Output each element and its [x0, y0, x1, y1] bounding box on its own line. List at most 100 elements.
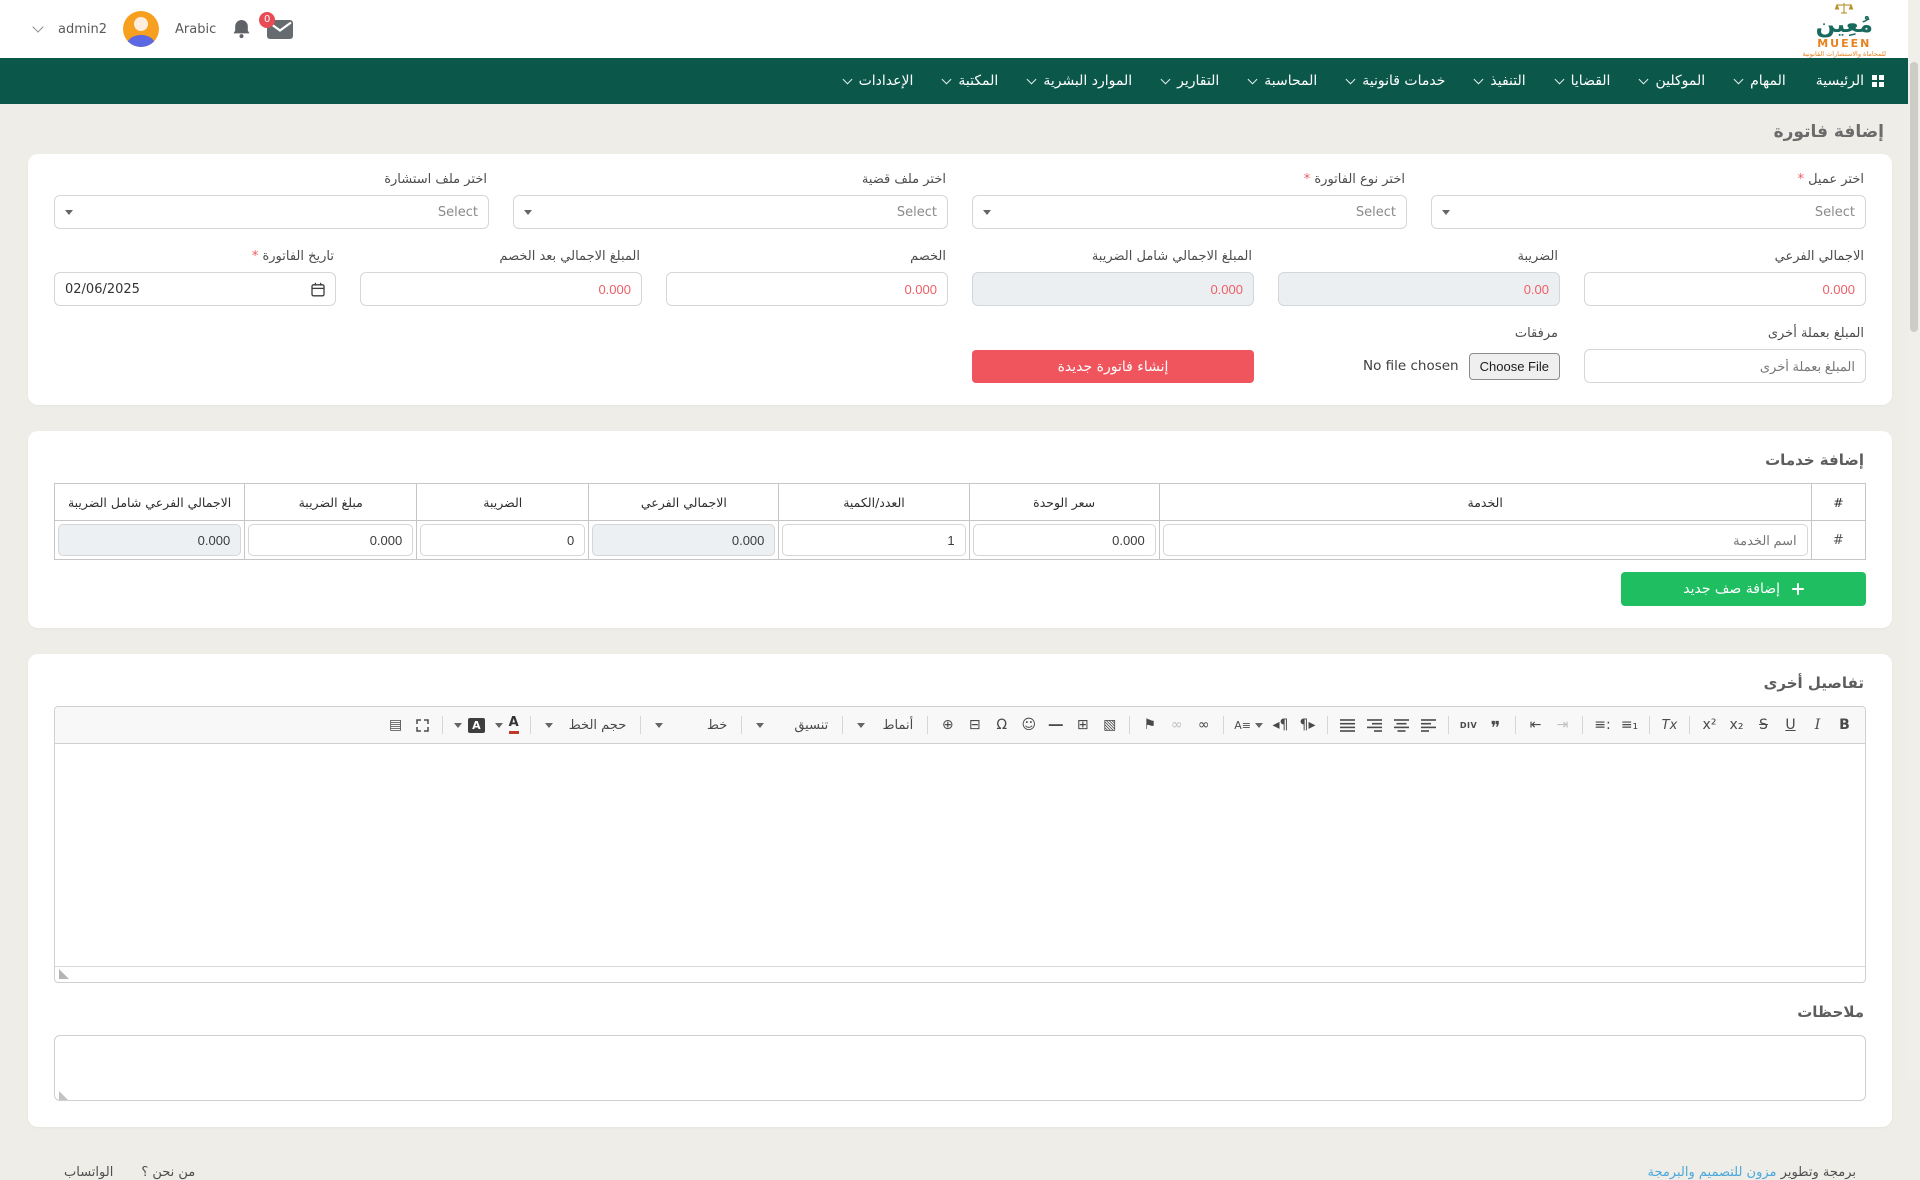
- underline-button[interactable]: U: [1778, 712, 1803, 738]
- nav-item-accounting[interactable]: المحاسبة: [1249, 73, 1317, 89]
- blockquote-button[interactable]: ❞: [1483, 712, 1508, 738]
- nav-item-home[interactable]: الرئيسية: [1816, 73, 1884, 89]
- total-after-discount-input[interactable]: [360, 272, 642, 306]
- subscript-button[interactable]: x₂: [1724, 712, 1749, 738]
- bold-button[interactable]: B: [1832, 712, 1857, 738]
- nav-item-library[interactable]: المكتبة: [943, 73, 998, 89]
- invoice-date-field: تاريخ الفاتورة 02/06/2025: [54, 249, 336, 306]
- notifications-bell-icon[interactable]: [232, 19, 251, 39]
- background-color-button[interactable]: A: [450, 712, 489, 738]
- notes-textarea[interactable]: [54, 1035, 1866, 1101]
- discount-input[interactable]: [666, 272, 948, 306]
- source-button[interactable]: ▤: [383, 712, 408, 738]
- language-label[interactable]: Arabic: [175, 22, 216, 37]
- unlink-button[interactable]: ∞: [1164, 712, 1189, 738]
- scrollbar-thumb[interactable]: [1910, 62, 1918, 332]
- nav-item-settings[interactable]: الإعدادات: [844, 73, 914, 89]
- subtotal-input[interactable]: [1584, 272, 1866, 306]
- resize-grip-icon[interactable]: [59, 969, 69, 979]
- indent-button[interactable]: ⇤: [1523, 712, 1548, 738]
- invoice-date-input[interactable]: 02/06/2025: [54, 272, 336, 306]
- font-size-dropdown[interactable]: حجم الخط: [538, 712, 634, 738]
- service-name-input[interactable]: [1163, 524, 1808, 556]
- nav-item-clients[interactable]: الموكلين: [1640, 73, 1705, 89]
- chevron-down-icon: [1639, 75, 1649, 85]
- logo-latin-text: MUEEN: [1817, 38, 1871, 49]
- invoice-type-select[interactable]: Select: [972, 195, 1407, 229]
- styles-dropdown[interactable]: أنماط: [850, 712, 920, 738]
- other-currency-input[interactable]: [1584, 349, 1866, 383]
- table-button[interactable]: ⊞: [1070, 712, 1095, 738]
- page-content: إضافة فاتورة اختر عميل Select اختر نوع ا…: [0, 122, 1920, 1180]
- unit-price-input[interactable]: [973, 524, 1156, 556]
- consultation-file-label: اختر ملف استشارة: [56, 172, 487, 187]
- topbar: مُعِين MUEEN للمحاماة والاستشارات القانو…: [0, 0, 1920, 58]
- italic-button[interactable]: I: [1805, 712, 1830, 738]
- row-tax-amount-input[interactable]: [248, 524, 413, 556]
- service-row-index: #: [1811, 521, 1865, 560]
- quantity-input[interactable]: [782, 524, 965, 556]
- nav-item-hr[interactable]: الموارد البشرية: [1028, 73, 1132, 89]
- choose-file-button[interactable]: Choose File: [1469, 353, 1560, 380]
- outdent-button[interactable]: ⇥: [1550, 712, 1575, 738]
- chevron-down-icon: [524, 210, 532, 219]
- paragraph-ltr-button[interactable]: ¶▸: [1295, 712, 1320, 738]
- text-color-button[interactable]: A: [491, 712, 523, 738]
- maximize-button[interactable]: [410, 712, 435, 738]
- details-title: تفاصيل أخرى: [56, 674, 1864, 692]
- iframe-button[interactable]: ⊕: [935, 712, 960, 738]
- messages-button[interactable]: 0: [267, 20, 293, 39]
- nav-item-reports[interactable]: التقارير: [1162, 73, 1219, 89]
- chevron-down-icon: [1554, 75, 1564, 85]
- language-button[interactable]: A≡: [1231, 712, 1266, 738]
- align-justify-button[interactable]: [1335, 712, 1360, 738]
- scrollbar[interactable]: [1908, 0, 1920, 1080]
- bullet-list-button[interactable]: ≡:: [1590, 712, 1615, 738]
- special-character-button[interactable]: Ω: [989, 712, 1014, 738]
- about-us-link[interactable]: من نحن ؟: [141, 1165, 195, 1180]
- create-invoice-button[interactable]: إنشاء فاتورة جديدة: [972, 350, 1254, 383]
- whatsapp-link[interactable]: الواتساب: [64, 1165, 113, 1180]
- calendar-icon[interactable]: [311, 282, 325, 297]
- developer-link[interactable]: مزون للتصميم والبرمجة: [1647, 1165, 1776, 1180]
- editor-content-area[interactable]: [55, 744, 1865, 966]
- username-label[interactable]: admin2: [58, 22, 107, 37]
- div-container-button[interactable]: DIV: [1456, 712, 1481, 738]
- chevron-down-icon[interactable]: [32, 21, 43, 32]
- main-navbar: الرئيسية المهام الموكلين القضايا التنفيذ…: [0, 58, 1920, 104]
- nav-item-tasks[interactable]: المهام: [1735, 73, 1786, 89]
- remove-format-button[interactable]: Tx: [1657, 712, 1682, 738]
- link-button[interactable]: ∞: [1191, 712, 1216, 738]
- avatar[interactable]: [123, 11, 159, 47]
- align-right-button[interactable]: [1362, 712, 1387, 738]
- invoice-type-select-field: اختر نوع الفاتورة Select: [972, 172, 1407, 229]
- col-subtotal: الاجمالي الفرعي: [589, 484, 779, 521]
- smiley-button[interactable]: ☺: [1016, 712, 1041, 738]
- image-button[interactable]: ▧: [1097, 712, 1122, 738]
- font-dropdown[interactable]: خط: [648, 712, 734, 738]
- align-left-button[interactable]: [1416, 712, 1441, 738]
- nav-item-execution[interactable]: التنفيذ: [1475, 73, 1525, 89]
- anchor-button[interactable]: ⚑: [1137, 712, 1162, 738]
- resize-grip-icon[interactable]: [59, 1091, 68, 1100]
- client-select[interactable]: Select: [1431, 195, 1866, 229]
- add-row-button[interactable]: إضافة صف جديد: [1621, 572, 1866, 606]
- row-tax-input[interactable]: [420, 524, 585, 556]
- format-dropdown[interactable]: تنسيق: [749, 712, 835, 738]
- nav-item-legal-services[interactable]: خدمات قانونية: [1347, 73, 1445, 89]
- nav-item-cases[interactable]: القضايا: [1556, 73, 1611, 89]
- strikethrough-button[interactable]: S: [1751, 712, 1776, 738]
- page-break-button[interactable]: ⊟: [962, 712, 987, 738]
- horizontal-rule-button[interactable]: ―: [1043, 712, 1068, 738]
- case-file-label: اختر ملف قضية: [515, 172, 946, 187]
- invoice-type-label: اختر نوع الفاتورة: [974, 172, 1405, 187]
- paragraph-rtl-button[interactable]: ◂¶: [1268, 712, 1293, 738]
- align-center-button[interactable]: [1389, 712, 1414, 738]
- row-subtotal-input: [592, 524, 775, 556]
- superscript-button[interactable]: x²: [1697, 712, 1722, 738]
- tax-input: [1278, 272, 1560, 306]
- app-logo[interactable]: مُعِين MUEEN للمحاماة والاستشارات القانو…: [1803, 2, 1886, 58]
- case-file-select[interactable]: Select: [513, 195, 948, 229]
- consultation-file-select[interactable]: Select: [54, 195, 489, 229]
- numbered-list-button[interactable]: ≡₁: [1617, 712, 1642, 738]
